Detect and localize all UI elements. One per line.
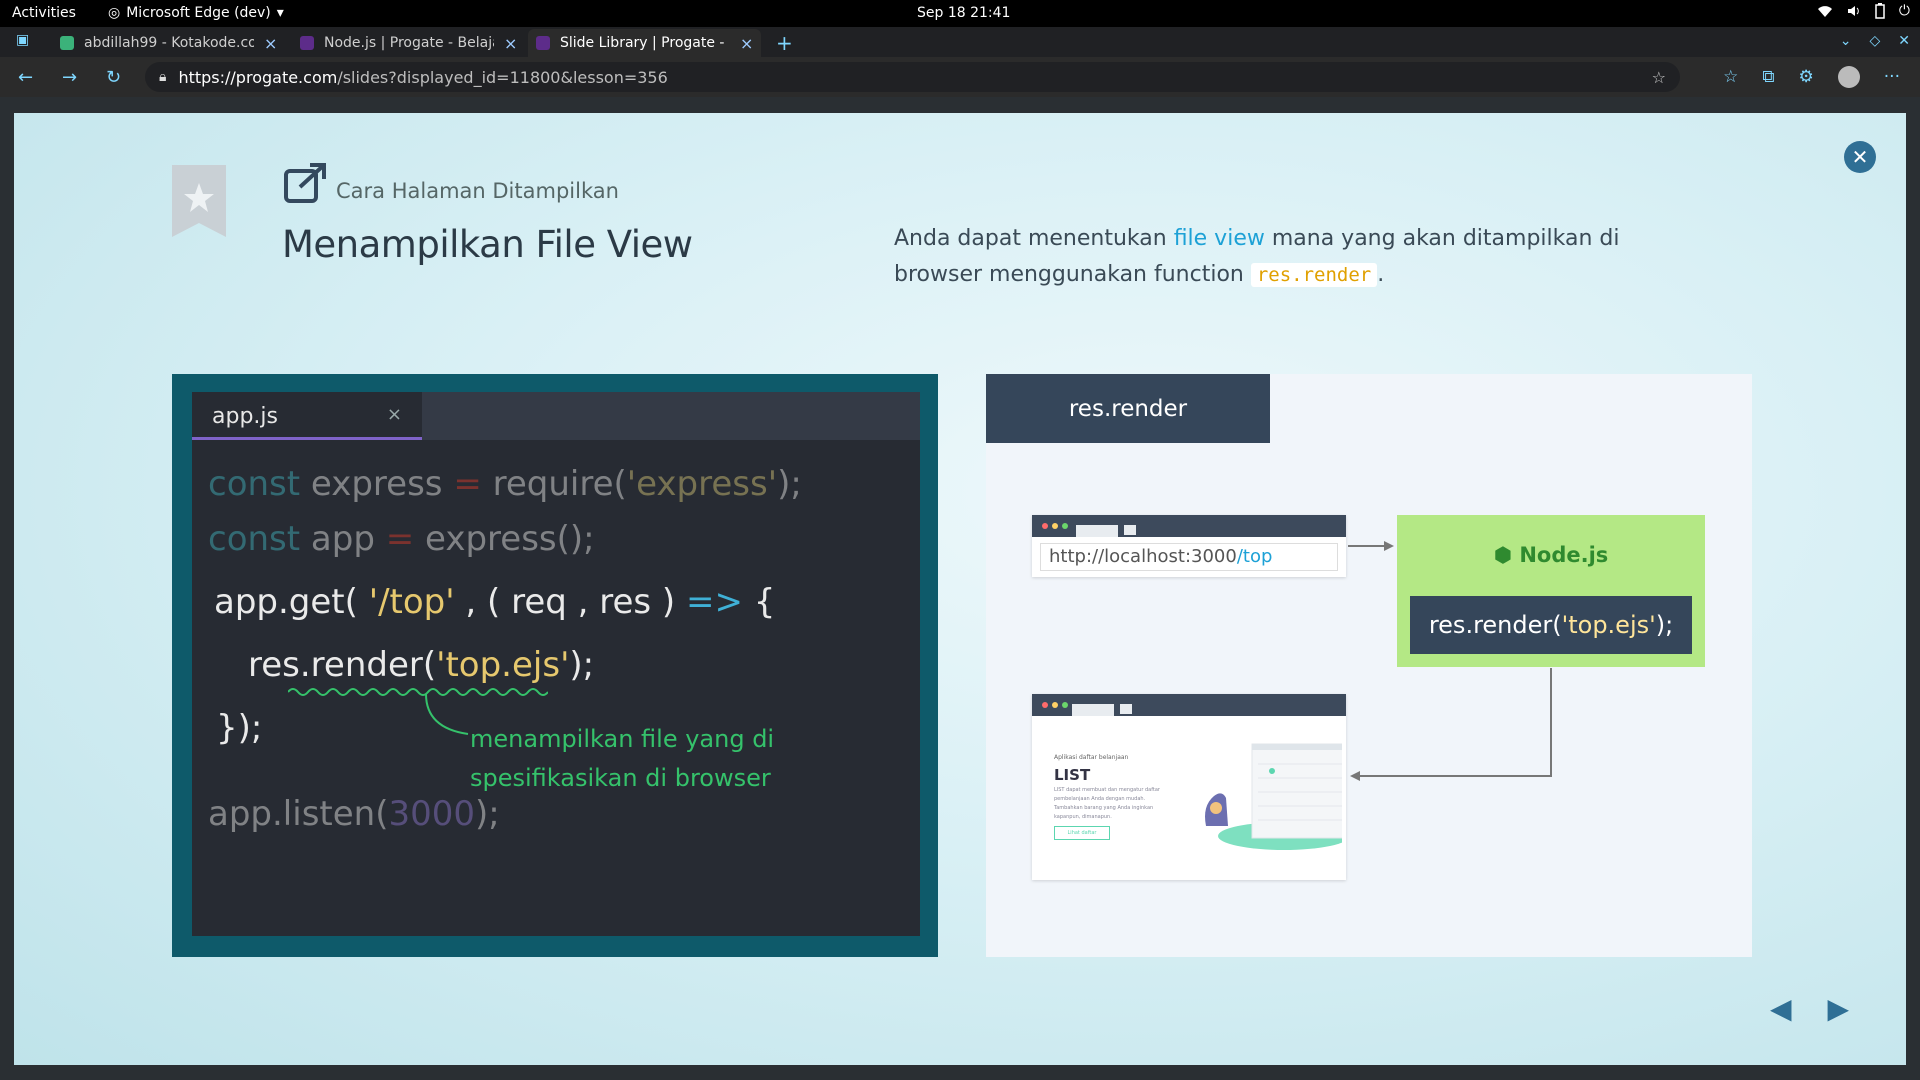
file-tab-name: app.js — [212, 404, 278, 429]
file-tab: app.js × — [192, 392, 422, 440]
slide-modal: ✕ Cara Halaman Ditampilkan Menampilkan F… — [14, 113, 1906, 1065]
toolbar-actions: ☆ ⧉ ⚙ ··· — [1723, 66, 1900, 88]
extensions-icon[interactable]: ⚙ — [1799, 67, 1814, 87]
url-path: /slides?displayed_id=11800&lesson=356 — [337, 67, 668, 87]
code-line: const app = express(); — [208, 519, 595, 559]
system-top-bar: Activities ◎ Microsoft Edge (dev) ▾ Sep … — [0, 0, 1920, 27]
close-window-icon[interactable]: ✕ — [1898, 33, 1910, 49]
desc-code: res.render — [1250, 263, 1378, 287]
profile-avatar[interactable] — [1837, 66, 1860, 88]
code-line: app.listen(3000); — [208, 794, 500, 834]
tab-title: abdillah99 - Kotakode.com — [84, 35, 254, 51]
code-panel: app.js × const express = require('expres… — [172, 374, 938, 957]
tab-title: Slide Library | Progate - Belajar — [560, 35, 730, 51]
mini-caption: Aplikasi daftar belanjaan — [1054, 754, 1129, 761]
tab-list-icon[interactable]: ⌄ — [1840, 33, 1852, 49]
code-editor: app.js × const express = require('expres… — [192, 392, 920, 936]
mini-text: LIST dapat membuat dan mengatur daftar p… — [1054, 787, 1160, 820]
slide-nav: ◀ ▶ — [1770, 992, 1849, 1025]
tab-nodejs[interactable]: Node.js | Progate - Belajar × — [292, 29, 525, 57]
bookmark-star-icon[interactable] — [172, 165, 226, 237]
wifi-icon — [1817, 4, 1833, 18]
close-tab-icon[interactable]: × — [264, 34, 277, 53]
collections-icon[interactable]: ⧉ — [1762, 67, 1774, 87]
app-menu[interactable]: ◎ Microsoft Edge (dev) ▾ — [108, 5, 284, 21]
edge-icon: ◎ — [108, 5, 121, 21]
close-icon: ✕ — [1851, 145, 1869, 169]
desc-text: Anda dapat menentukan — [894, 226, 1174, 251]
browser-tab-strip: ▣ abdillah99 - Kotakode.com × Node.js | … — [0, 27, 1920, 57]
volume-icon — [1847, 4, 1861, 18]
browser-chrome — [1032, 694, 1346, 716]
code-line: res.render('top.ejs'); — [248, 645, 595, 685]
mini-title: LIST — [1054, 766, 1091, 784]
nodejs-label-text: Node.js — [1519, 543, 1609, 567]
tab-title: Node.js | Progate - Belajar — [324, 35, 494, 51]
code-annotation: menampilkan file yang di spesifikasikan … — [470, 720, 774, 798]
progate-favicon-icon — [536, 36, 550, 50]
battery-icon — [1875, 3, 1885, 19]
clock[interactable]: Sep 18 21:41 — [917, 5, 1010, 21]
underline-squiggle — [288, 688, 548, 696]
window-dots-icon — [1042, 702, 1068, 708]
reload-icon[interactable]: ↻ — [106, 67, 121, 88]
page-area: ✕ Cara Halaman Ditampilkan Menampilkan F… — [0, 97, 1920, 1080]
code-line: }); — [216, 708, 263, 748]
mini-tab — [1120, 704, 1132, 714]
url-host: https://progate.com — [178, 67, 338, 87]
app-menu-label: Microsoft Edge (dev) — [126, 5, 271, 21]
next-slide-icon[interactable]: ▶ — [1828, 992, 1850, 1025]
mini-button: Lihat daftar — [1054, 826, 1110, 840]
minimize-icon[interactable]: ◇ — [1869, 33, 1880, 49]
favorites-icon[interactable]: ☆ — [1723, 67, 1738, 87]
nodejs-hexagon-icon: ⬢ — [1493, 543, 1513, 567]
new-tab-icon[interactable]: + — [776, 31, 793, 55]
tab-strip-controls: ⌄ ◇ ✕ — [1840, 33, 1910, 49]
render-call: res.render('top.ejs'); — [1410, 596, 1692, 654]
editor-tab-bar: app.js × — [192, 392, 920, 440]
slide-subtitle: Cara Halaman Ditampilkan — [336, 179, 619, 203]
nodejs-label: ⬢ Node.js — [1397, 543, 1705, 567]
tab-actions-icon[interactable]: ▣ — [16, 32, 29, 48]
render-prefix: res.render( — [1428, 611, 1562, 639]
back-icon[interactable]: ← — [18, 67, 33, 88]
kotakode-favicon-icon — [60, 36, 74, 50]
nodejs-server-box: ⬢ Node.js res.render('top.ejs'); — [1397, 515, 1705, 667]
render-suffix: ); — [1655, 611, 1674, 639]
code-line: const express = require('express'); — [208, 464, 802, 504]
close-tab-icon[interactable]: × — [740, 34, 753, 53]
forward-icon[interactable]: → — [62, 67, 77, 88]
desc-text: . — [1377, 262, 1385, 287]
chevron-down-icon: ▾ — [276, 5, 284, 21]
activities-button[interactable]: Activities — [12, 5, 76, 21]
code-line: app.get( '/top' , ( req , res ) => { — [214, 582, 776, 622]
previous-slide-icon[interactable]: ◀ — [1770, 992, 1792, 1025]
system-tray[interactable]: ⏻ — [1817, 3, 1910, 19]
progate-favicon-icon — [300, 36, 314, 50]
slide-title: Menampilkan File View — [282, 223, 693, 266]
more-icon[interactable]: ··· — [1884, 67, 1900, 87]
power-icon: ⏻ — [1898, 3, 1910, 19]
close-tab-icon[interactable]: × — [504, 34, 517, 53]
annotation-line: menampilkan file yang di — [470, 725, 775, 753]
close-file-icon: × — [386, 404, 402, 425]
favorite-star-icon[interactable]: ☆ — [1652, 68, 1666, 87]
render-arg: 'top.ejs' — [1561, 611, 1656, 639]
mini-tab — [1072, 704, 1114, 716]
url-field[interactable]: 🔒︎ https://progate.com/slides?displayed_… — [145, 62, 1680, 92]
tab-kotakode[interactable]: abdillah99 - Kotakode.com × — [52, 29, 285, 57]
list-illustration-icon — [1205, 743, 1342, 850]
external-link-icon — [284, 163, 326, 203]
annotation-line: spesifikasikan di browser — [470, 764, 771, 792]
annotation-pointer — [425, 693, 469, 735]
address-bar-row: ← → ↻ 🔒︎ https://progate.com/slides?disp… — [0, 57, 1920, 97]
tab-slide-library[interactable]: Slide Library | Progate - Belajar × — [528, 29, 762, 57]
close-slide-button[interactable]: ✕ — [1844, 141, 1876, 173]
browser-result-mock: Aplikasi daftar belanjaan LIST LIST dapa… — [1032, 694, 1346, 880]
slide-description: Anda dapat menentukan file view mana yan… — [894, 221, 1714, 293]
lock-icon[interactable]: 🔒︎ — [159, 69, 166, 85]
diagram-panel: res.render http://localhost:3000/top ⬢ N… — [986, 374, 1752, 957]
desc-highlight: file view — [1173, 226, 1265, 251]
